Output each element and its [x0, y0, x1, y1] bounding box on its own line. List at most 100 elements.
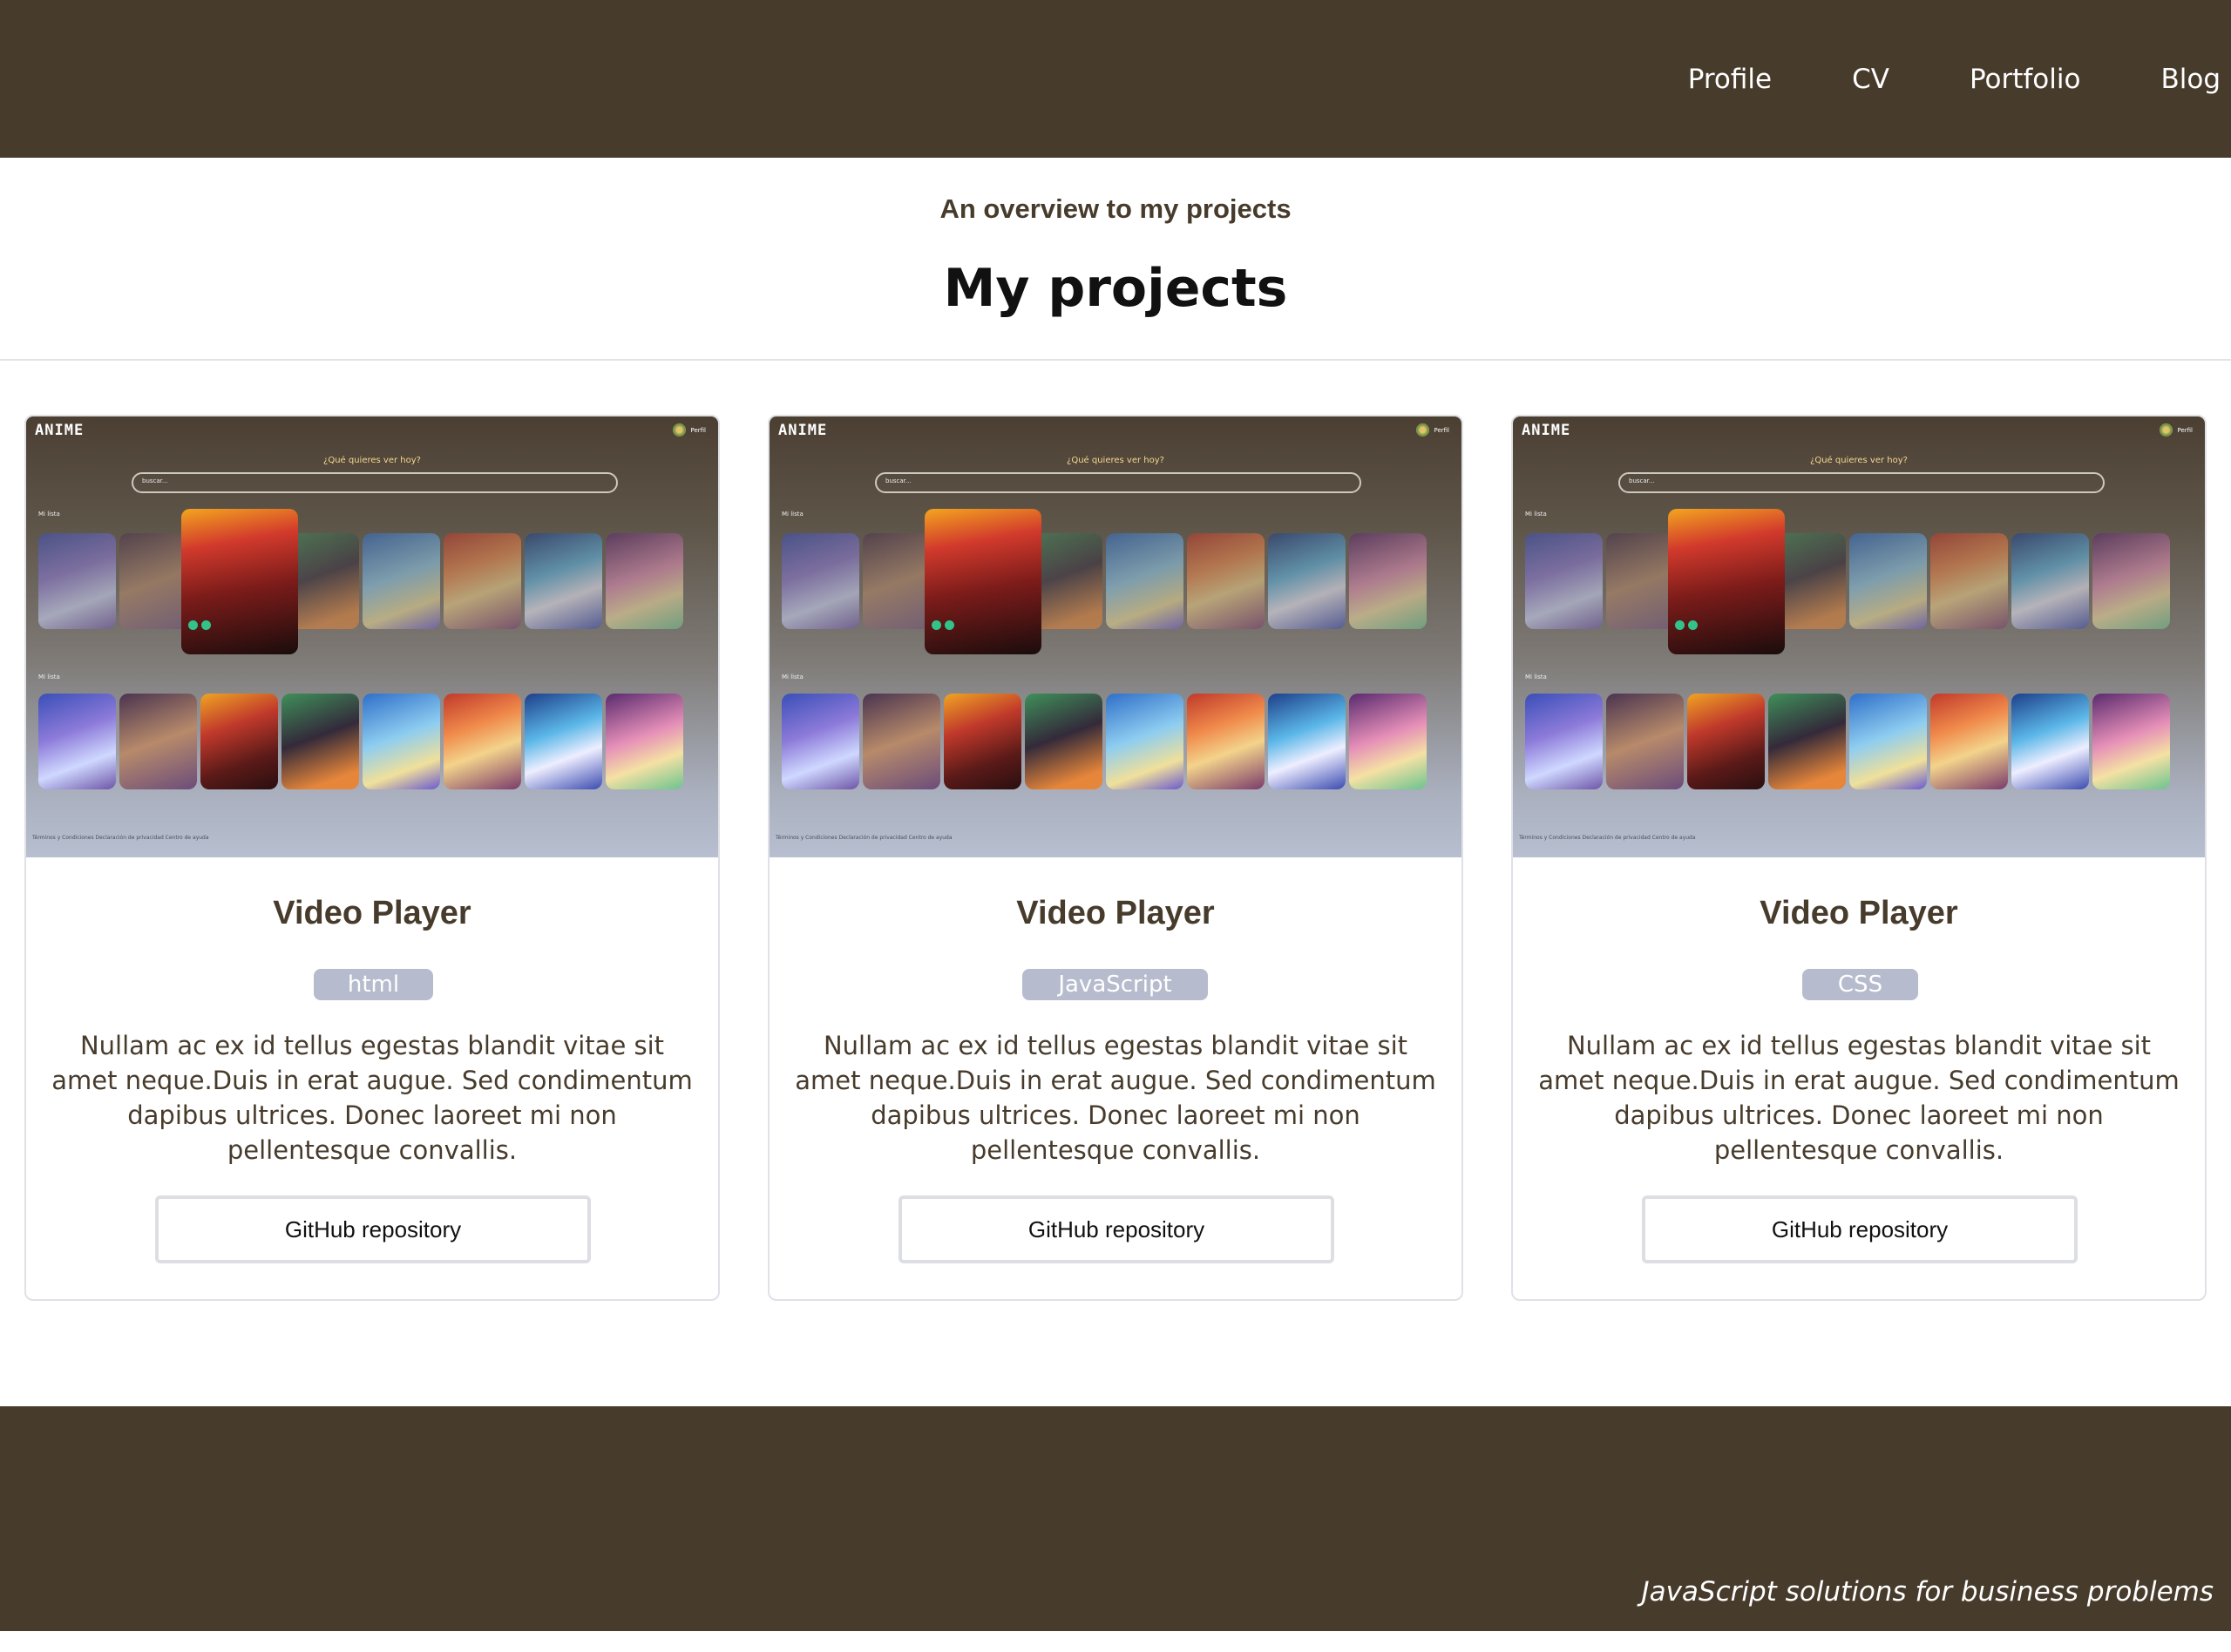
poster-image	[363, 533, 440, 629]
poster-image	[1268, 694, 1346, 789]
thumbnail-search: buscar...	[875, 472, 1361, 493]
footer-slogan: JavaScript solutions for business proble…	[1641, 1576, 2214, 1608]
thumbnail-section-label: Mi lista	[1525, 674, 1547, 680]
tech-tag: CSS	[1802, 969, 1918, 1000]
page-footer: JavaScript solutions for business proble…	[0, 1406, 2231, 1631]
poster-image	[444, 533, 521, 629]
thumbnail-logo: ANIME	[1522, 422, 1571, 439]
project-screenshot: ANIME Perfil ¿Qué quieres ver hoy? busca…	[1513, 416, 2205, 857]
poster-image	[944, 694, 1021, 789]
thumbnail-question: ¿Qué quieres ver hoy?	[323, 456, 421, 465]
poster-image	[444, 694, 521, 789]
thumbnail-footer-links: Términos y Condiciones Declaración de pr…	[776, 835, 953, 841]
nav-link-cv[interactable]: CV	[1852, 64, 1889, 95]
avatar-icon	[1416, 423, 1430, 437]
featured-poster	[1668, 509, 1785, 654]
poster-image	[200, 694, 278, 789]
poster-image	[1930, 533, 2008, 629]
project-card: ANIME Perfil ¿Qué quieres ver hoy? busca…	[1511, 415, 2207, 1301]
avatar-icon	[673, 423, 687, 437]
project-title: Video Player	[1016, 895, 1215, 931]
poster-image	[1268, 533, 1346, 629]
poster-image	[606, 533, 683, 629]
thumbnail-profile: Perfil	[1416, 423, 1449, 437]
thumbnail-search-placeholder: buscar...	[1629, 477, 1655, 484]
poster-image	[1106, 694, 1183, 789]
poster-image	[782, 694, 859, 789]
project-description: Nullam ac ex id tellus egestas blandit v…	[1538, 1031, 2180, 1165]
thumbnail-section-label: Mi lista	[1525, 511, 1547, 518]
poster-image	[1349, 533, 1427, 629]
thumbnail-logo: ANIME	[778, 422, 828, 439]
thumbnail-poster-row	[782, 694, 1427, 789]
poster-image	[1606, 694, 1684, 789]
page-title: My projects	[943, 258, 1288, 319]
nav-link-portfolio[interactable]: Portfolio	[1970, 64, 2081, 95]
thumbnail-search: buscar...	[132, 472, 618, 493]
poster-image	[525, 533, 602, 629]
github-repository-button[interactable]: GitHub repository	[1642, 1195, 2078, 1263]
poster-image	[1187, 533, 1265, 629]
thumbnail-footer-links: Términos y Condiciones Declaración de pr…	[1519, 835, 1696, 841]
project-description: Nullam ac ex id tellus egestas blandit v…	[795, 1031, 1436, 1165]
main-nav: Profile CV Portfolio Blog	[1688, 0, 2231, 158]
section-divider	[0, 359, 2231, 361]
poster-image	[1525, 694, 1603, 789]
poster-image	[1349, 694, 1427, 789]
poster-image	[1849, 694, 1927, 789]
poster-image	[119, 694, 197, 789]
thumbnail-question: ¿Qué quieres ver hoy?	[1067, 456, 1164, 465]
project-card: ANIME Perfil ¿Qué quieres ver hoy? busca…	[768, 415, 1463, 1301]
poster-image	[2092, 533, 2170, 629]
thumbnail-poster-row	[1525, 694, 2170, 789]
project-title: Video Player	[273, 895, 471, 931]
thumbnail-section-label: Mi lista	[38, 511, 60, 518]
thumbnail-profile-label: Perfil	[690, 426, 706, 434]
thumbnail-profile: Perfil	[673, 423, 706, 437]
thumbnail-poster-row	[1525, 533, 2170, 629]
project-description: Nullam ac ex id tellus egestas blandit v…	[51, 1031, 693, 1165]
project-screenshot: ANIME Perfil ¿Qué quieres ver hoy? busca…	[770, 416, 1461, 857]
poster-image	[1106, 533, 1183, 629]
featured-poster	[925, 509, 1041, 654]
play-icon	[1675, 620, 1698, 630]
thumbnail-section-label: Mi lista	[782, 674, 804, 680]
thumbnail-logo: ANIME	[35, 422, 85, 439]
poster-image	[38, 533, 116, 629]
project-title: Video Player	[1760, 895, 1958, 931]
poster-image	[1525, 533, 1603, 629]
poster-image	[281, 694, 359, 789]
poster-image	[2092, 694, 2170, 789]
poster-image	[2011, 533, 2089, 629]
github-repository-button[interactable]: GitHub repository	[155, 1195, 591, 1263]
tech-tag: html	[314, 969, 433, 1000]
thumbnail-poster-row	[38, 533, 683, 629]
featured-poster	[181, 509, 298, 654]
poster-image	[782, 533, 859, 629]
poster-image	[1930, 694, 2008, 789]
project-screenshot: ANIME Perfil ¿Qué quieres ver hoy? busca…	[26, 416, 718, 857]
github-repository-button[interactable]: GitHub repository	[899, 1195, 1334, 1263]
play-icon	[932, 620, 954, 630]
poster-image	[1849, 533, 1927, 629]
nav-link-profile[interactable]: Profile	[1688, 64, 1772, 95]
thumbnail-poster-row	[782, 533, 1427, 629]
thumbnail-profile-label: Perfil	[1434, 426, 1449, 434]
project-card: ANIME Perfil ¿Qué quieres ver hoy? busca…	[24, 415, 720, 1301]
poster-image	[1187, 694, 1265, 789]
poster-image	[38, 694, 116, 789]
top-navigation-bar: Profile CV Portfolio Blog	[0, 0, 2231, 158]
section-subtitle: An overview to my projects	[939, 193, 1292, 224]
poster-image	[1768, 694, 1846, 789]
poster-image	[2011, 694, 2089, 789]
thumbnail-poster-row	[38, 694, 683, 789]
poster-image	[525, 694, 602, 789]
thumbnail-question: ¿Qué quieres ver hoy?	[1810, 456, 1908, 465]
thumbnail-search-placeholder: buscar...	[885, 477, 912, 484]
poster-image	[1687, 694, 1765, 789]
poster-image	[363, 694, 440, 789]
play-icon	[188, 620, 211, 630]
poster-image	[606, 694, 683, 789]
nav-link-blog[interactable]: Blog	[2160, 64, 2221, 95]
avatar-icon	[2160, 423, 2173, 437]
